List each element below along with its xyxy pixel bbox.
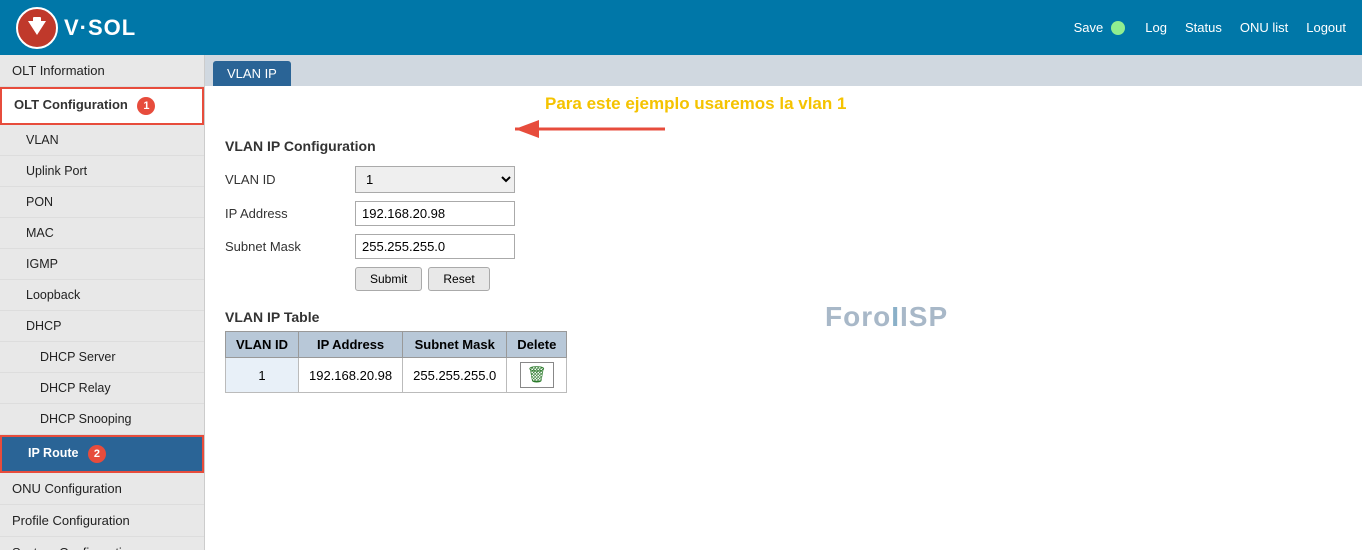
- sidebar-item-onu-configuration[interactable]: ONU Configuration: [0, 473, 204, 505]
- sidebar-item-igmp[interactable]: IGMP: [0, 249, 204, 280]
- sidebar-item-dhcp[interactable]: DHCP: [0, 311, 204, 342]
- col-subnet-mask: Subnet Mask: [403, 332, 507, 358]
- sidebar-item-dhcp-snooping[interactable]: DHCP Snooping: [0, 404, 204, 435]
- delete-button[interactable]: 🗑: [520, 362, 554, 388]
- vsol-logo-icon: [16, 7, 58, 49]
- logo: V·SOL: [16, 7, 136, 49]
- header-save-area: Save: [1074, 20, 1126, 35]
- header-nav: Log Status ONU list Logout: [1145, 20, 1346, 35]
- content-area: Para este ejemplo usaremos la vlan 1 VLA…: [205, 86, 1362, 407]
- status-link[interactable]: Status: [1185, 20, 1222, 35]
- ip-address-label: IP Address: [225, 206, 345, 221]
- vlan-id-select[interactable]: 1: [355, 166, 515, 193]
- sidebar-item-dhcp-relay[interactable]: DHCP Relay: [0, 373, 204, 404]
- sidebar-item-olt-information[interactable]: OLT Information: [0, 55, 204, 87]
- logout-link[interactable]: Logout: [1306, 20, 1346, 35]
- sidebar-item-uplink-port[interactable]: Uplink Port: [0, 156, 204, 187]
- ip-address-row: IP Address: [225, 201, 1342, 226]
- badge-1: 1: [137, 97, 155, 115]
- annotation-text: Para este ejemplo usaremos la vlan 1: [545, 94, 846, 114]
- vlan-ip-table: VLAN ID IP Address Subnet Mask Delete 1 …: [225, 331, 567, 393]
- sidebar-item-ip-route[interactable]: IP Route 2: [0, 435, 204, 473]
- onu-list-link[interactable]: ONU list: [1240, 20, 1288, 35]
- tab-vlan-ip[interactable]: VLAN IP: [213, 61, 291, 86]
- subnet-mask-input[interactable]: [355, 234, 515, 259]
- reset-button[interactable]: Reset: [428, 267, 489, 291]
- sidebar-item-profile-configuration[interactable]: Profile Configuration: [0, 505, 204, 537]
- sidebar-item-loopback[interactable]: Loopback: [0, 280, 204, 311]
- header: V·SOL Save Log Status ONU list Logout: [0, 0, 1362, 55]
- col-delete: Delete: [507, 332, 567, 358]
- vlan-id-label: VLAN ID: [225, 172, 345, 187]
- subnet-mask-label: Subnet Mask: [225, 239, 345, 254]
- layout: OLT Information OLT Configuration 1 VLAN…: [0, 55, 1362, 550]
- section-title: VLAN IP Configuration: [225, 138, 1342, 154]
- sidebar-item-pon[interactable]: PON: [0, 187, 204, 218]
- row-ip-address: 192.168.20.98: [299, 358, 403, 393]
- status-dot: [1111, 21, 1125, 35]
- logo-text: V·SOL: [64, 15, 136, 41]
- ip-address-input[interactable]: [355, 201, 515, 226]
- row-subnet-mask: 255.255.255.0: [403, 358, 507, 393]
- table-row: 1 192.168.20.98 255.255.255.0 🗑: [226, 358, 567, 393]
- sidebar: OLT Information OLT Configuration 1 VLAN…: [0, 55, 205, 550]
- vlan-id-row: VLAN ID 1: [225, 166, 1342, 193]
- form-buttons: Submit Reset: [355, 267, 1342, 291]
- sidebar-item-mac[interactable]: MAC: [0, 218, 204, 249]
- sidebar-item-vlan[interactable]: VLAN: [0, 125, 204, 156]
- badge-2: 2: [88, 445, 106, 463]
- tab-bar: VLAN IP: [205, 55, 1362, 86]
- table-title: VLAN IP Table: [225, 309, 1342, 325]
- log-link[interactable]: Log: [1145, 20, 1167, 35]
- submit-button[interactable]: Submit: [355, 267, 422, 291]
- subnet-mask-row: Subnet Mask: [225, 234, 1342, 259]
- main-content: VLAN IP Para este ejemplo usaremos la vl…: [205, 55, 1362, 550]
- row-vlan-id: 1: [226, 358, 299, 393]
- sidebar-item-olt-configuration[interactable]: OLT Configuration 1: [0, 87, 204, 125]
- save-button[interactable]: Save: [1074, 20, 1104, 35]
- row-delete-cell: 🗑: [507, 358, 567, 393]
- header-right: Save Log Status ONU list Logout: [1074, 20, 1346, 35]
- sidebar-item-system-configuration[interactable]: System Configuration: [0, 537, 204, 550]
- col-vlan-id: VLAN ID: [226, 332, 299, 358]
- vlan-ip-table-section: VLAN IP Table VLAN ID IP Address Subnet …: [225, 309, 1342, 393]
- sidebar-item-dhcp-server[interactable]: DHCP Server: [0, 342, 204, 373]
- col-ip-address: IP Address: [299, 332, 403, 358]
